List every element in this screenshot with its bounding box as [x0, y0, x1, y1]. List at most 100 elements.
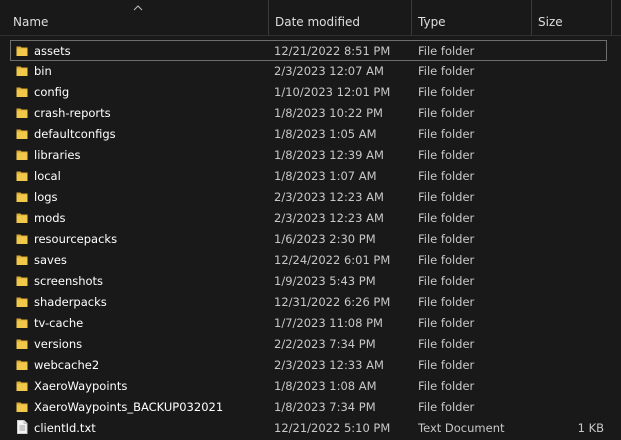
file-type: File folder: [418, 148, 475, 162]
file-name: versions: [34, 337, 83, 351]
file-row[interactable]: webcache2 2/3/2023 12:33 AM File folder: [0, 355, 621, 376]
file-date-modified: 1/10/2023 12:01 PM: [274, 85, 391, 99]
file-date-modified: 1/9/2023 5:43 PM: [274, 274, 376, 288]
folder-icon: [16, 86, 28, 98]
column-header-size-label: Size: [538, 15, 563, 29]
text-file-icon: [16, 420, 28, 434]
file-date-modified: 2/3/2023 12:23 AM: [274, 211, 384, 225]
file-name: crash-reports: [34, 106, 111, 120]
file-type: File folder: [418, 337, 475, 351]
file-type: File folder: [418, 400, 475, 414]
file-name: tv-cache: [34, 316, 84, 330]
column-header-date-modified[interactable]: Date modified: [268, 0, 411, 35]
column-header-name-label: Name: [13, 15, 49, 29]
file-date-modified: 12/21/2022 5:10 PM: [274, 421, 391, 435]
folder-icon: [16, 170, 28, 182]
column-header-date-label: Date modified: [275, 15, 361, 29]
file-type: File folder: [418, 211, 475, 225]
file-name: assets: [34, 44, 71, 58]
file-date-modified: 1/6/2023 2:30 PM: [274, 232, 376, 246]
file-type: File folder: [418, 190, 475, 204]
file-type: Text Document: [418, 421, 505, 435]
file-type: File folder: [418, 295, 475, 309]
folder-icon: [16, 359, 28, 371]
file-type: File folder: [418, 44, 475, 58]
file-row[interactable]: XaeroWaypoints_BACKUP032021 1/8/2023 7:34…: [0, 397, 621, 418]
file-row[interactable]: saves 12/24/2022 6:01 PM File folder: [0, 250, 621, 271]
file-row[interactable]: config 1/10/2023 12:01 PM File folder: [0, 82, 621, 103]
column-header-type[interactable]: Type: [411, 0, 531, 35]
file-explorer-list: Name Date modified Type Size assets 12/21…: [0, 0, 621, 440]
file-name: libraries: [34, 148, 81, 162]
file-name: saves: [34, 253, 67, 267]
column-header-name[interactable]: Name: [0, 0, 268, 35]
folder-icon: [16, 128, 28, 140]
file-size: 1 KB: [577, 421, 604, 435]
folder-icon: [16, 296, 28, 308]
file-row[interactable]: shaderpacks 12/31/2022 6:26 PM File folder: [0, 292, 621, 313]
file-type: File folder: [418, 379, 475, 393]
file-row[interactable]: bin 2/3/2023 12:07 AM File folder: [0, 61, 621, 82]
file-name: config: [34, 85, 70, 99]
file-name: XaeroWaypoints_BACKUP032021: [34, 400, 224, 414]
file-row[interactable]: XaeroWaypoints 1/8/2023 1:08 AM File folde…: [0, 376, 621, 397]
file-date-modified: 12/31/2022 6:26 PM: [274, 295, 391, 309]
file-row[interactable]: assets 12/21/2022 8:51 PM File folder: [10, 40, 607, 61]
folder-icon: [16, 65, 28, 77]
column-header-filler: [611, 0, 621, 35]
folder-icon: [16, 317, 28, 329]
file-type: File folder: [418, 85, 475, 99]
file-type: File folder: [418, 253, 475, 267]
file-date-modified: 1/8/2023 10:22 PM: [274, 106, 383, 120]
folder-icon: [16, 380, 28, 392]
file-name: webcache2: [34, 358, 100, 372]
folder-icon: [16, 401, 28, 413]
file-name: defaultconfigs: [34, 127, 116, 141]
file-date-modified: 12/24/2022 6:01 PM: [274, 253, 391, 267]
folder-icon: [16, 191, 28, 203]
file-row[interactable]: libraries 1/8/2023 12:39 AM File folder: [0, 145, 621, 166]
file-type: File folder: [418, 232, 475, 246]
column-header-type-label: Type: [418, 15, 446, 29]
file-type: File folder: [418, 106, 475, 120]
file-date-modified: 2/3/2023 12:33 AM: [274, 358, 384, 372]
file-date-modified: 1/8/2023 1:07 AM: [274, 169, 377, 183]
file-row[interactable]: mods 2/3/2023 12:23 AM File folder: [0, 208, 621, 229]
file-row[interactable]: crash-reports 1/8/2023 10:22 PM File folde…: [0, 103, 621, 124]
file-row[interactable]: local 1/8/2023 1:07 AM File folder: [0, 166, 621, 187]
folder-icon: [16, 275, 28, 287]
file-row[interactable]: clientId.txt 12/21/2022 5:10 PM Text Docum…: [0, 418, 621, 439]
file-date-modified: 2/3/2023 12:07 AM: [274, 64, 384, 78]
file-type: File folder: [418, 127, 475, 141]
file-name: logs: [34, 190, 58, 204]
file-type: File folder: [418, 316, 475, 330]
file-name: bin: [34, 64, 52, 78]
folder-icon: [16, 149, 28, 161]
file-row[interactable]: resourcepacks 1/6/2023 2:30 PM File folder: [0, 229, 621, 250]
folder-icon: [16, 338, 28, 350]
file-row[interactable]: tv-cache 1/7/2023 11:08 PM File folder: [0, 313, 621, 334]
file-name: local: [34, 169, 61, 183]
file-row[interactable]: defaultconfigs 1/8/2023 1:05 AM File folde…: [0, 124, 621, 145]
file-row[interactable]: versions 2/2/2023 7:34 PM File folder: [0, 334, 621, 355]
file-name: shaderpacks: [34, 295, 107, 309]
file-type: File folder: [418, 64, 475, 78]
file-row[interactable]: logs 2/3/2023 12:23 AM File folder: [0, 187, 621, 208]
column-header-size[interactable]: Size: [531, 0, 611, 35]
file-date-modified: 2/3/2023 12:23 AM: [274, 190, 384, 204]
file-type: File folder: [418, 169, 475, 183]
file-date-modified: 1/7/2023 11:08 PM: [274, 316, 383, 330]
folder-icon: [16, 254, 28, 266]
file-name: screenshots: [34, 274, 104, 288]
folder-icon: [16, 212, 28, 224]
file-type: File folder: [418, 358, 475, 372]
file-date-modified: 1/8/2023 1:08 AM: [274, 379, 377, 393]
folder-icon: [16, 45, 28, 57]
column-header-bar: Name Date modified Type Size: [0, 0, 621, 36]
file-date-modified: 2/2/2023 7:34 PM: [274, 337, 376, 351]
file-row[interactable]: screenshots 1/9/2023 5:43 PM File folder: [0, 271, 621, 292]
chevron-up-icon: [133, 4, 143, 12]
file-date-modified: 1/8/2023 7:34 PM: [274, 400, 376, 414]
file-date-modified: 1/8/2023 1:05 AM: [274, 127, 377, 141]
file-name: resourcepacks: [34, 232, 118, 246]
